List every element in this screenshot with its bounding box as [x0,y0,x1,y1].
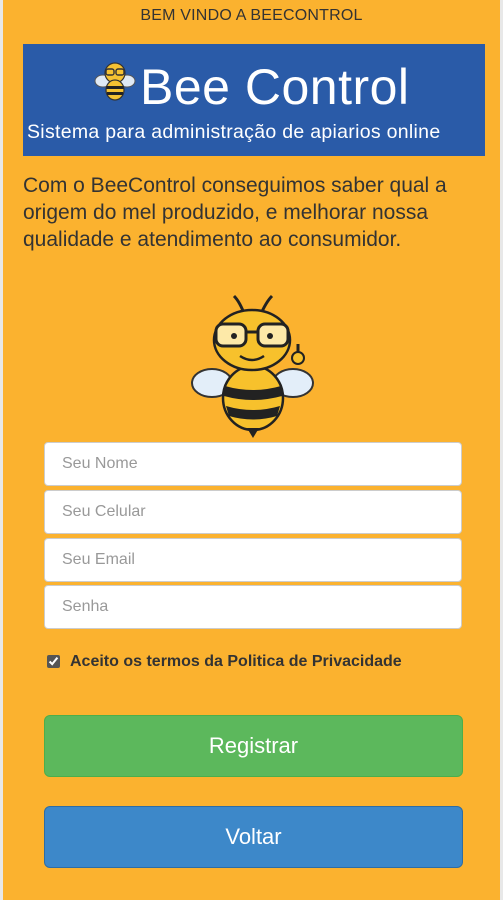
brand-title: Bee Control [140,59,410,115]
welcome-header: BEM VINDO A BEECONTROL [140,7,363,24]
email-input[interactable] [44,538,462,582]
brand-subtitle: Sistema para administração de apiarios o… [27,121,441,143]
terms-row[interactable]: Aceito os termos da Politica de Privacid… [44,648,404,676]
register-button[interactable]: Registrar [44,715,463,777]
intro-text: Com o BeeControl conseguimos saber qual … [23,174,447,251]
back-button[interactable]: Voltar [44,806,463,868]
terms-label: Aceito os termos da Politica de Privacid… [70,653,402,670]
terms-checkbox[interactable] [47,655,60,668]
bee-logo-icon [94,62,136,101]
bee-mascot-icon [191,294,314,438]
password-input[interactable] [44,585,462,629]
name-input[interactable] [44,442,462,486]
phone-input[interactable] [44,490,462,534]
